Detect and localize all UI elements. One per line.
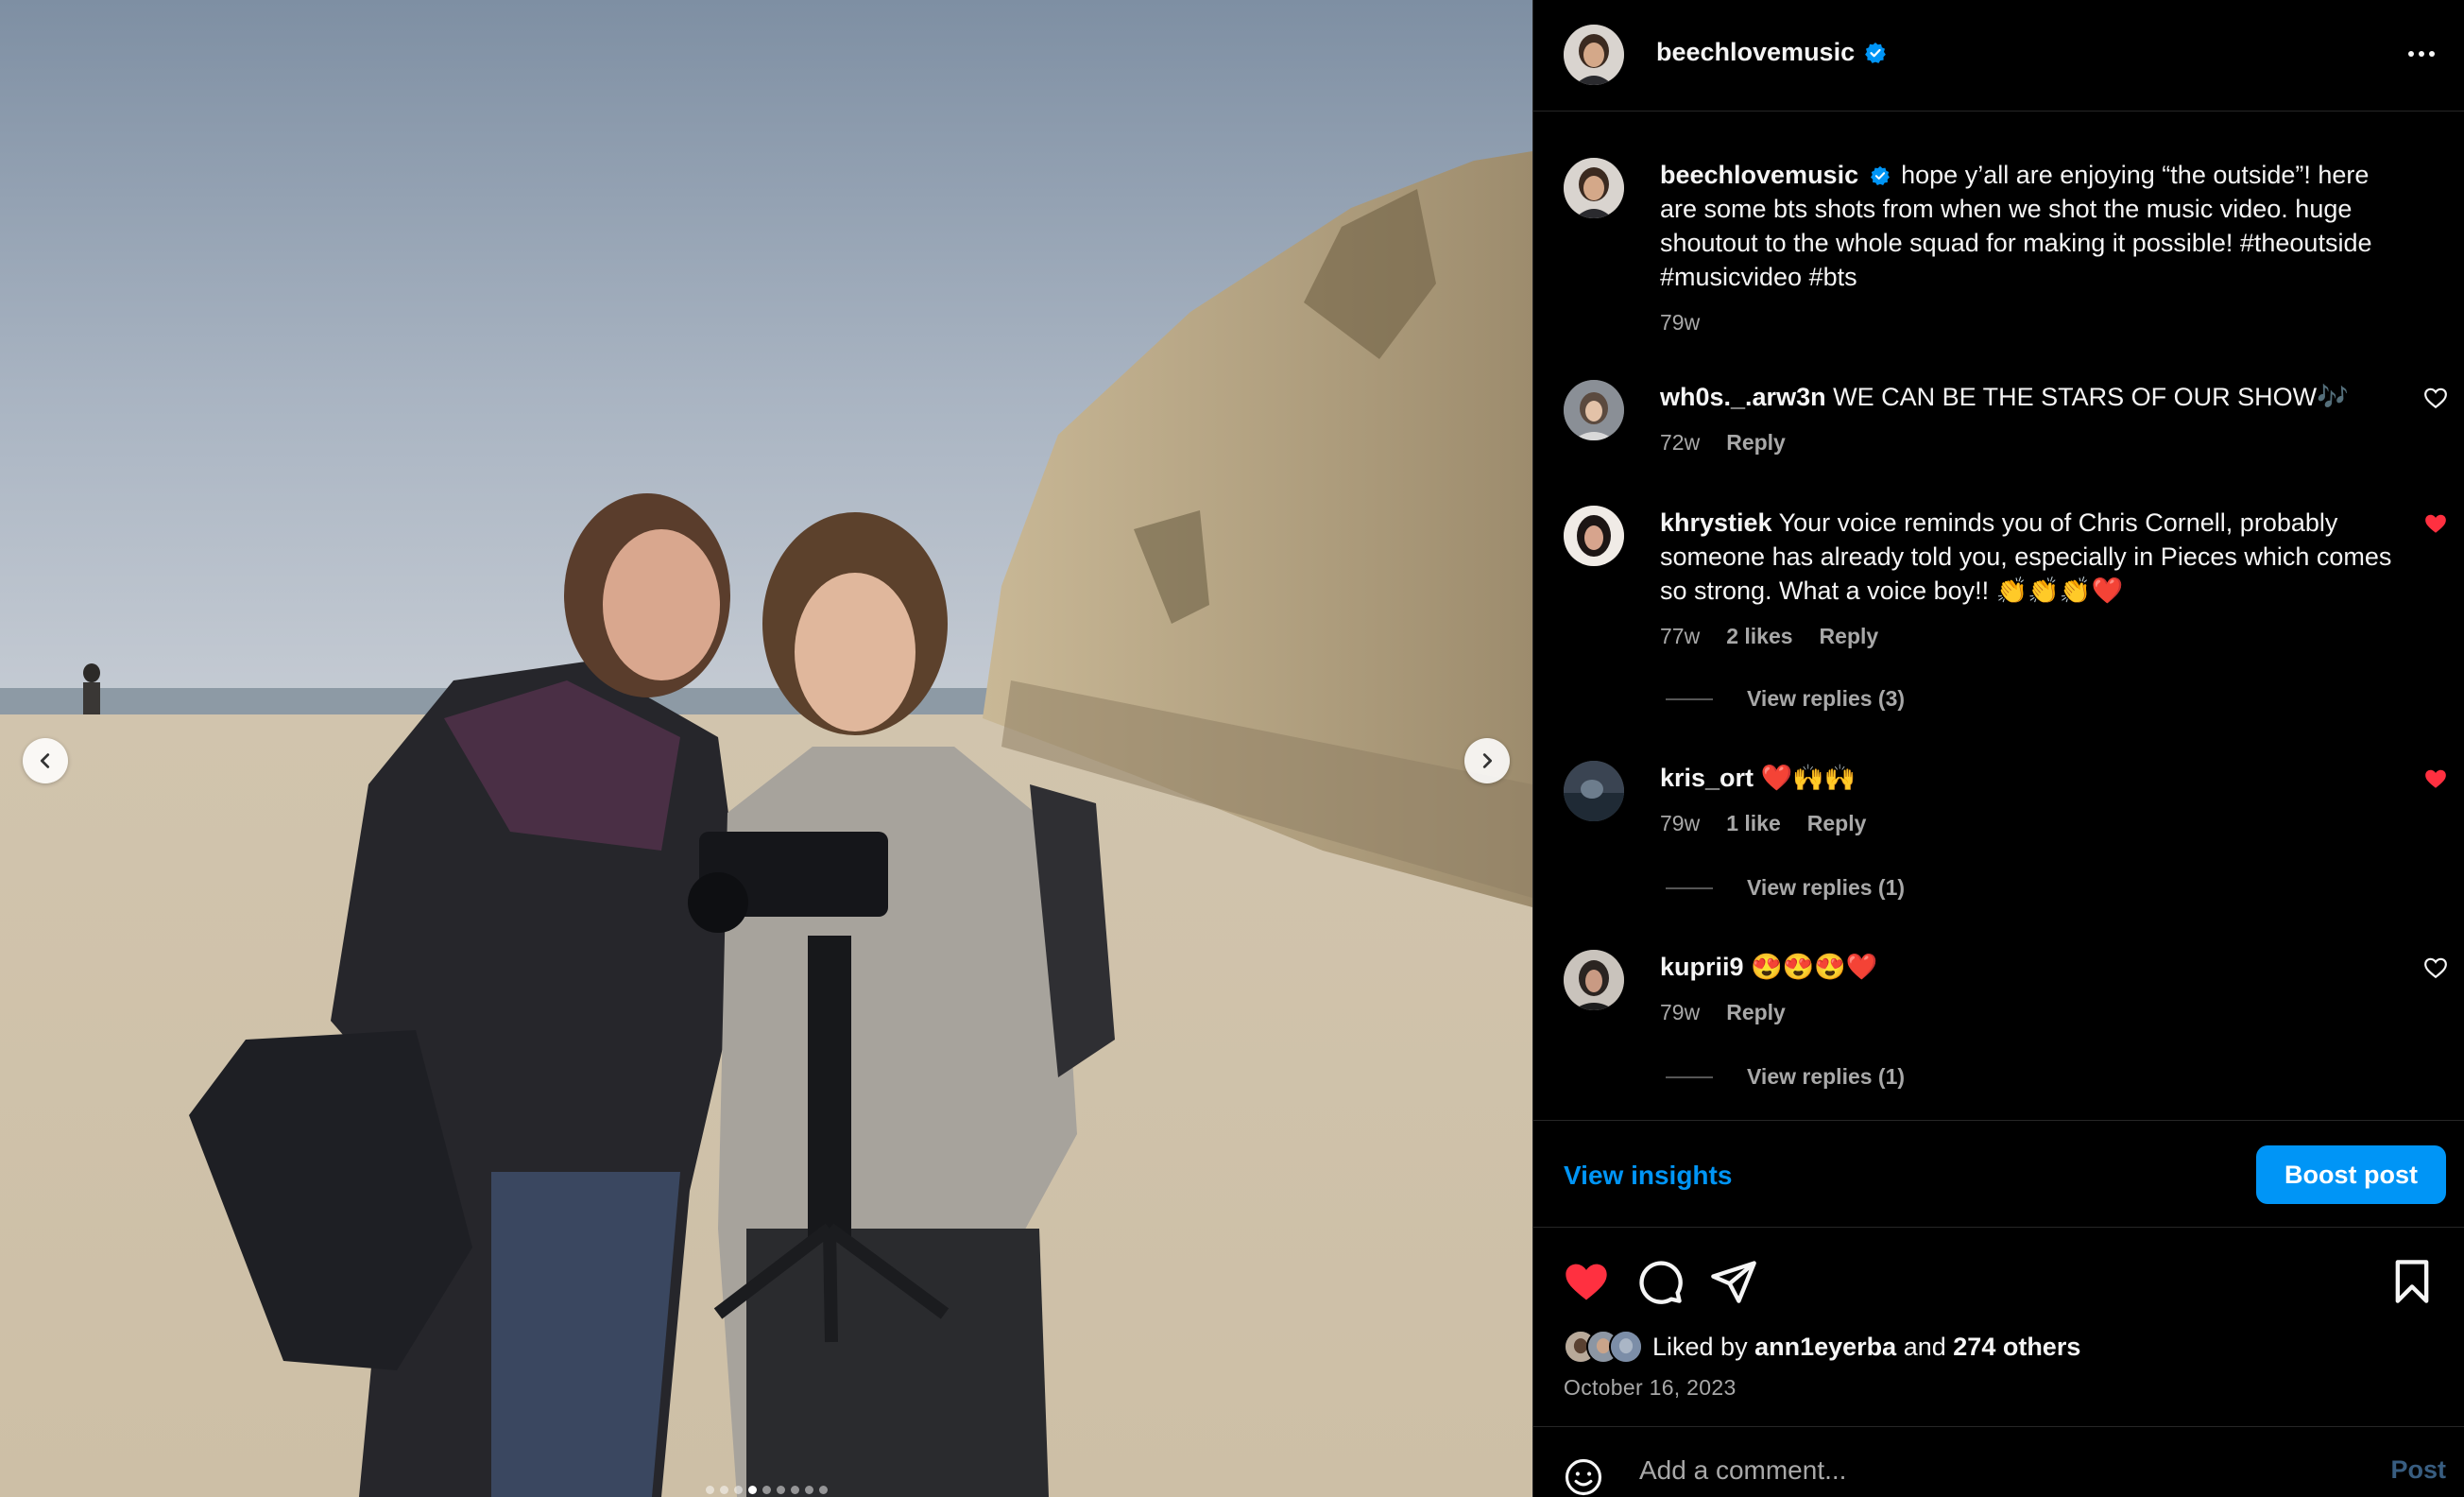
view-replies-label: View replies (3) [1747,686,1906,711]
comment-text: ❤️🙌🙌 [1760,764,1857,792]
liker-username[interactable]: ann1eyerba [1754,1333,1896,1361]
heart-outline-icon[interactable] [2423,955,2448,980]
comment-composer: Post [1533,1426,2464,1497]
caption-username[interactable]: beechlovemusic [1660,161,1858,189]
more-options-button[interactable] [2403,40,2440,68]
comment-likes[interactable]: 1 like [1726,806,1781,840]
post-comment-button[interactable]: Post [2390,1455,2446,1485]
view-replies-button[interactable]: View replies (1) [1666,1064,1905,1090]
carousel-dot [705,1486,714,1494]
carousel-dot [733,1486,743,1494]
comment-likes[interactable]: 2 likes [1726,619,1792,653]
reply-button[interactable]: Reply [1726,425,1786,459]
comment-age: 72w [1660,430,1701,455]
more-dot-icon [2408,51,2414,57]
view-replies-label: View replies (1) [1747,1064,1906,1089]
heart-filled-icon[interactable] [2423,511,2448,536]
comment-text: 😍😍😍❤️ [1751,953,1878,981]
comment-username[interactable]: kuprii9 [1660,953,1744,981]
verified-badge-icon [1870,165,1890,185]
carousel-dot [790,1486,799,1494]
view-replies-button[interactable]: View replies (1) [1666,875,1905,901]
verified-badge-icon [1865,42,1886,63]
chevron-left-icon [40,753,50,768]
likes-others-link[interactable]: 274 others [1953,1333,2080,1361]
more-dot-icon [2429,51,2435,57]
commenter-avatar[interactable] [1564,506,1624,566]
post-date: October 16, 2023 [1564,1375,1737,1400]
liker-avatar [1609,1330,1643,1364]
likes-summary: Liked by ann1eyerba and 274 others [1564,1330,2080,1364]
author-avatar[interactable] [1564,25,1624,85]
heart-filled-icon[interactable] [2423,766,2448,791]
insights-bar: View insights Boost post [1533,1120,2464,1228]
like-heart-icon[interactable] [1562,1257,1611,1306]
post-header: beechlovemusic [1533,0,2464,112]
bookmark-icon[interactable] [2387,1257,2437,1306]
carousel-indicator [0,1486,1532,1494]
carousel-dot [747,1486,757,1494]
comment-age: 77w [1660,624,1701,648]
liker-avatars [1564,1330,1643,1364]
carousel-dot [761,1486,771,1494]
post-media[interactable] [0,0,1532,1497]
commenter-avatar[interactable] [1564,380,1624,440]
likes-conjunction: and [1903,1332,1946,1361]
caption-age: 79w [1660,310,1701,335]
chevron-right-icon [1482,753,1493,768]
likes-text: Liked by ann1eyerba and 274 others [1652,1333,2080,1362]
author-username[interactable]: beechlovemusic [1656,38,1855,67]
author-avatar[interactable] [1564,158,1624,218]
post-actions: Liked by ann1eyerba and 274 others Octob… [1533,1229,2464,1425]
comment-text: WE CAN BE THE STARS OF OUR SHOW🎶 [1833,383,2349,411]
heart-outline-icon[interactable] [2423,386,2448,410]
comment-icon[interactable] [1635,1257,1685,1306]
comment-username[interactable]: wh0s._.arw3n [1660,383,1826,411]
carousel-dot [804,1486,813,1494]
reply-button[interactable]: Reply [1820,619,1879,653]
boost-post-button[interactable]: Boost post [2256,1145,2446,1204]
post-photo [0,0,1532,1497]
comment-age: 79w [1660,811,1701,835]
view-replies-label: View replies (1) [1747,875,1906,900]
emoji-icon[interactable] [1564,1457,1603,1497]
comment-age: 79w [1660,1000,1701,1024]
comments-list[interactable]: beechlovemusic hope y’all are enjoying “… [1533,112,2464,1120]
view-replies-button[interactable]: View replies (3) [1666,686,1905,712]
carousel-dot [818,1486,828,1494]
carousel-dot [719,1486,728,1494]
carousel-dot [776,1486,785,1494]
next-slide-button[interactable] [1464,738,1510,783]
comment-input[interactable] [1639,1448,2301,1493]
divider-line [1666,886,1713,889]
comment-username[interactable]: khrystiek [1660,508,1772,537]
comment-username[interactable]: kris_ort [1660,764,1754,792]
reply-button[interactable]: Reply [1726,995,1786,1029]
reply-button[interactable]: Reply [1807,806,1867,840]
previous-slide-button[interactable] [23,738,68,783]
share-icon[interactable] [1709,1257,1758,1306]
divider-line [1666,697,1713,700]
more-dot-icon [2419,51,2424,57]
commenter-avatar[interactable] [1564,950,1624,1010]
likes-prefix: Liked by [1652,1332,1748,1361]
post-details-panel: beechlovemusic beechlovemusic hope y’all… [1532,0,2464,1497]
commenter-avatar[interactable] [1564,761,1624,821]
view-insights-link[interactable]: View insights [1564,1161,1732,1191]
divider-line [1666,1075,1713,1078]
